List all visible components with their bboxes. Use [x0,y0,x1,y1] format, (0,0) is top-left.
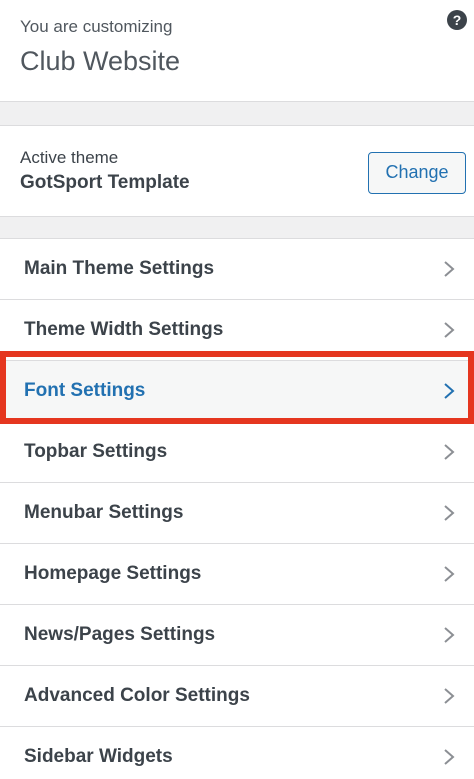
customizing-intro-text: You are customizing [20,17,173,36]
section-item-main-theme-settings[interactable]: Main Theme Settings [0,239,474,300]
customizer-header: You are customizing Club Website ? [0,0,474,102]
section-list: Main Theme Settings Theme Width Settings… [0,238,474,779]
chevron-right-icon [444,688,455,704]
section-label: Homepage Settings [24,563,202,584]
chevron-right-icon [444,322,455,338]
section-item-advanced-color-settings[interactable]: Advanced Color Settings [0,666,474,727]
section-item-news-pages-settings[interactable]: News/Pages Settings [0,605,474,666]
chevron-right-icon [444,749,455,765]
section-item-font-settings[interactable]: Font Settings [0,361,474,422]
chevron-right-icon [444,383,455,399]
section-label: Topbar Settings [24,441,168,462]
chevron-right-icon [444,505,455,521]
site-title: Club Website [20,46,181,76]
section-label: Advanced Color Settings [24,685,250,706]
section-label: Main Theme Settings [24,258,215,279]
section-label: News/Pages Settings [24,624,216,645]
section-label: Sidebar Widgets [24,746,173,767]
active-theme-panel: Active theme GotSport Template Change [0,125,474,217]
chevron-right-icon [444,566,455,582]
section-item-homepage-settings[interactable]: Homepage Settings [0,544,474,605]
section-item-sidebar-widgets[interactable]: Sidebar Widgets [0,727,474,779]
chevron-right-icon [444,261,455,277]
help-question-icon[interactable]: ? [447,10,467,30]
chevron-right-icon [444,627,455,643]
section-label: Theme Width Settings [24,319,224,340]
section-item-menubar-settings[interactable]: Menubar Settings [0,483,474,544]
section-label: Font Settings [24,380,146,401]
customizer-panel: You are customizing Club Website ? Activ… [0,0,474,779]
active-theme-label: Active theme [20,148,119,167]
active-theme-name: GotSport Template [20,172,190,193]
section-item-theme-width-settings[interactable]: Theme Width Settings [0,300,474,361]
section-item-topbar-settings[interactable]: Topbar Settings [0,422,474,483]
chevron-right-icon [444,444,455,460]
section-label: Menubar Settings [24,502,184,523]
change-theme-button[interactable]: Change [368,152,466,194]
